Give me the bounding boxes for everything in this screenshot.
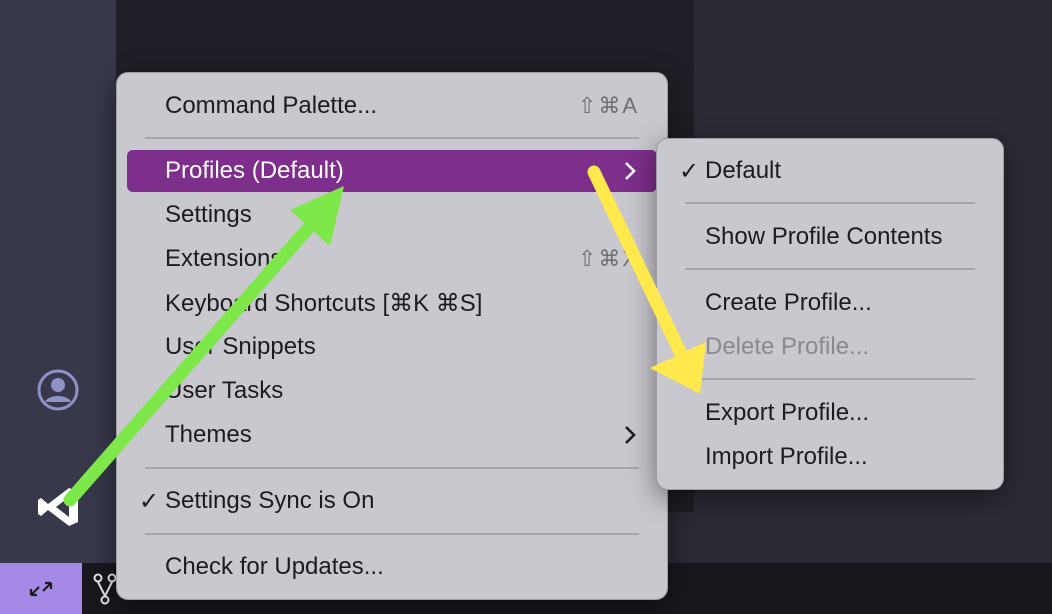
git-branch-icon xyxy=(93,573,117,604)
menu-separator xyxy=(685,202,975,204)
chevron-right-icon xyxy=(625,162,636,180)
submenu-item-label: Export Profile... xyxy=(705,399,870,426)
profiles-submenu: ✓ Default Show Profile Contents Create P… xyxy=(656,138,1004,490)
menu-item-settings-sync[interactable]: ✓ Settings Sync is On xyxy=(127,480,657,522)
submenu-item-default[interactable]: ✓ Default xyxy=(667,150,993,192)
manage-menu: Command Palette... ⇧⌘A Profiles (Default… xyxy=(116,72,668,600)
menu-item-extensions[interactable]: Extensions ⇧⌘X xyxy=(127,238,657,280)
menu-item-label: User Tasks xyxy=(165,377,284,404)
submenu-item-show-profile-contents[interactable]: Show Profile Contents xyxy=(667,216,993,258)
menu-item-command-palette[interactable]: Command Palette... ⇧⌘A xyxy=(127,85,657,127)
submenu-item-export-profile[interactable]: Export Profile... xyxy=(667,392,993,434)
submenu-item-create-profile[interactable]: Create Profile... xyxy=(667,282,993,324)
check-icon: ✓ xyxy=(679,157,700,185)
account-icon[interactable] xyxy=(36,368,80,412)
submenu-item-label: Import Profile... xyxy=(705,443,868,470)
menu-item-label: Profiles (Default) xyxy=(165,157,344,184)
menu-separator xyxy=(685,268,975,270)
menu-item-label: Keyboard Shortcuts [⌘K ⌘S] xyxy=(165,289,483,317)
menu-item-keyboard-shortcuts[interactable]: Keyboard Shortcuts [⌘K ⌘S] xyxy=(127,282,657,324)
menu-item-shortcut: ⇧⌘A xyxy=(577,93,639,118)
menu-item-label: Settings Sync is On xyxy=(165,487,375,514)
submenu-item-label: Delete Profile... xyxy=(705,333,870,360)
menu-item-themes[interactable]: Themes xyxy=(127,414,657,456)
menu-item-label: Themes xyxy=(165,421,252,448)
menu-item-label: Extensions xyxy=(165,245,283,272)
menu-separator xyxy=(145,137,639,139)
vscode-logo-icon[interactable] xyxy=(36,484,82,530)
menu-item-settings[interactable]: Settings xyxy=(127,194,657,236)
menu-item-user-tasks[interactable]: User Tasks xyxy=(127,370,657,412)
menu-item-label: User Snippets xyxy=(165,333,316,360)
menu-item-profiles[interactable]: Profiles (Default) xyxy=(127,150,657,192)
menu-item-check-for-updates[interactable]: Check for Updates... xyxy=(127,546,657,588)
remote-indicator[interactable] xyxy=(0,563,82,614)
submenu-item-delete-profile: Delete Profile... xyxy=(667,326,993,368)
menu-item-label: Check for Updates... xyxy=(165,553,384,580)
menu-separator xyxy=(145,533,639,535)
submenu-item-label: Create Profile... xyxy=(705,289,872,316)
menu-item-shortcut: ⇧⌘X xyxy=(577,246,639,271)
menu-item-user-snippets[interactable]: User Snippets xyxy=(127,326,657,368)
submenu-item-label: Show Profile Contents xyxy=(705,223,943,250)
menu-item-label: Command Palette... xyxy=(165,92,378,119)
activity-bar xyxy=(0,0,116,563)
check-icon: ✓ xyxy=(139,487,160,515)
menu-separator xyxy=(145,467,639,469)
submenu-item-import-profile[interactable]: Import Profile... xyxy=(667,436,993,478)
menu-item-label: Settings xyxy=(165,201,252,228)
remote-indicator-icon xyxy=(29,581,53,596)
chevron-right-icon xyxy=(625,426,636,444)
submenu-item-label: Default xyxy=(705,157,782,184)
menu-separator xyxy=(685,378,975,380)
